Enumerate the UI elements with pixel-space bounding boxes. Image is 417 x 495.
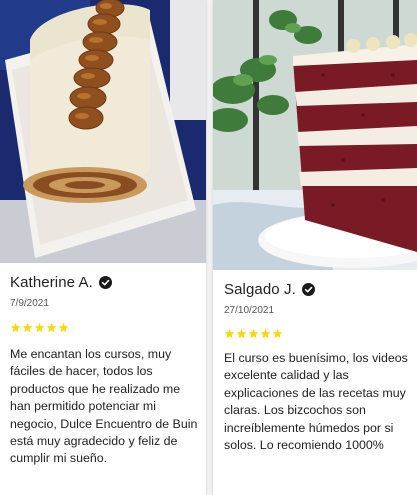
star-icon — [272, 328, 283, 339]
review-photo-red-velvet-cake — [213, 0, 417, 270]
star-icon — [224, 328, 235, 339]
star-icon — [260, 328, 271, 339]
review-date: 27/10/2021 — [224, 305, 275, 316]
review-photo-roll-cake — [0, 0, 206, 263]
reviewer-name: Salgado J. — [224, 281, 296, 298]
reviewer-name-row: Salgado J. — [224, 281, 315, 298]
star-icon — [58, 322, 69, 333]
star-rating — [224, 328, 283, 339]
review-text: Me encantan los cursos, muy fáciles de h… — [10, 347, 198, 466]
review-text: El curso es buenísimo, los videos excele… — [224, 351, 408, 453]
verified-check-icon — [301, 283, 315, 296]
review-card-salgado: Salgado J. 27/10/2021 El curso es buenís… — [213, 0, 417, 495]
verified-check-icon — [98, 276, 112, 289]
review-card-katherine: Katherine A. 7/9/2021 Me encantan los cu… — [0, 0, 206, 495]
star-icon — [10, 322, 21, 333]
star-icon — [34, 322, 45, 333]
star-icon — [22, 322, 33, 333]
star-icon — [248, 328, 259, 339]
reviewer-name-row: Katherine A. — [10, 274, 112, 291]
star-icon — [46, 322, 57, 333]
star-rating — [10, 322, 69, 333]
reviewer-name: Katherine A. — [10, 274, 93, 291]
star-icon — [236, 328, 247, 339]
review-date: 7/9/2021 — [10, 298, 49, 309]
